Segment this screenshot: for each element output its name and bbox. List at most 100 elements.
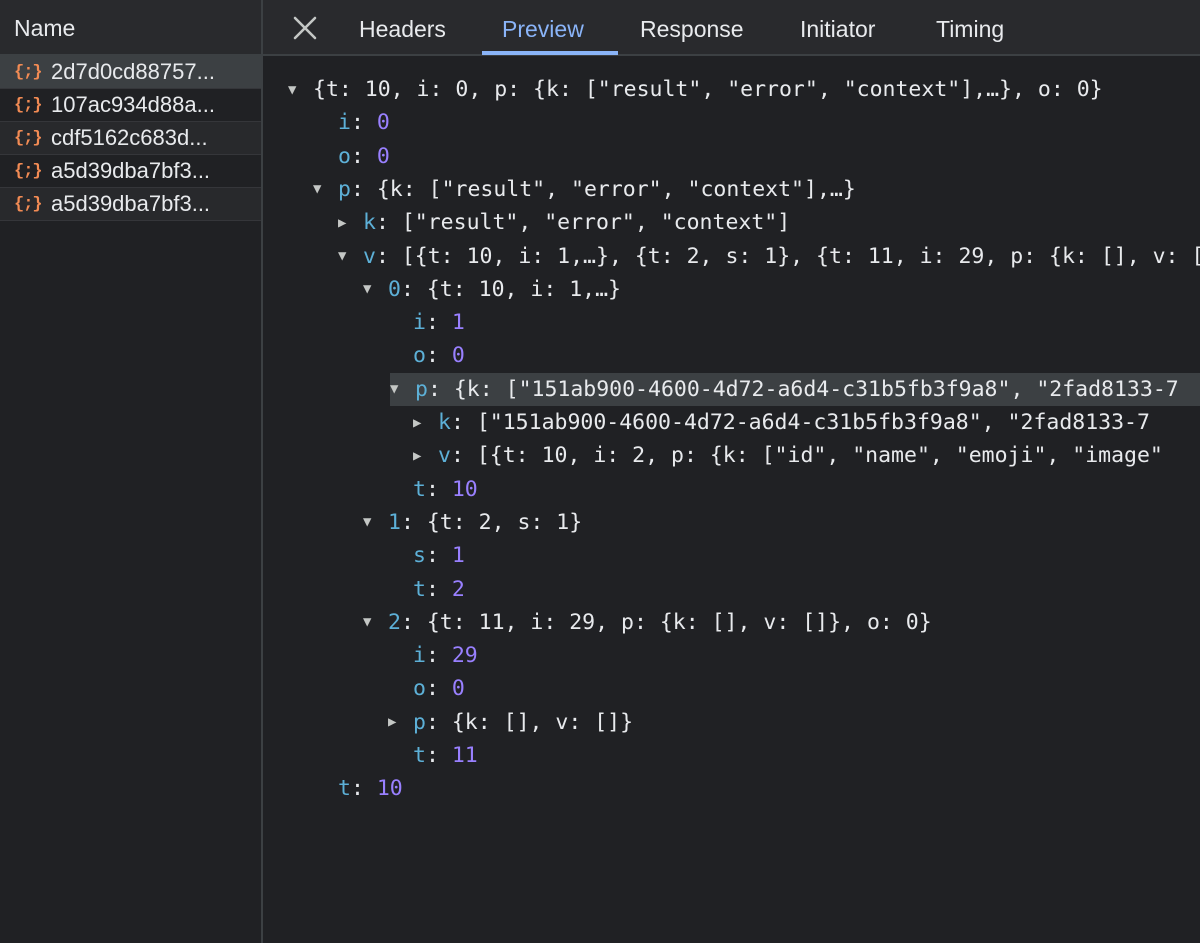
name-column-header[interactable]: Name — [0, 0, 261, 56]
property-value: ["result", "error", "context"] — [401, 210, 791, 236]
request-list: {;} 2d7d0cd88757... {;} 107ac934d88a... {;} c… — [0, 56, 261, 221]
property-key: v — [438, 443, 451, 469]
property-value: {k: [], v: []} — [451, 709, 634, 735]
tab-response[interactable]: Response — [640, 0, 744, 56]
close-icon[interactable] — [291, 14, 319, 42]
property-key: 0 — [388, 276, 401, 302]
property-key: 2 — [388, 609, 401, 635]
property-value: 0 — [376, 110, 390, 136]
json-file-icon: {;} — [14, 95, 43, 115]
tree-node: t: 11 — [413, 743, 478, 768]
property-value: 0 — [451, 343, 465, 369]
property-value: 10 — [376, 776, 403, 802]
tree-node[interactable]: ▶ p: {k: [], v: []} — [388, 706, 1200, 739]
property-value: {k: ["result", "error", "context"],…} — [376, 176, 856, 202]
request-name: 107ac934d88a... — [51, 92, 215, 117]
detail-tabbar: Headers Preview Response Initiator Timin… — [263, 0, 1200, 56]
expanded-arrow-icon[interactable]: ▼ — [288, 74, 313, 107]
tree-node: t: 2 — [413, 576, 465, 602]
json-file-icon: {;} — [14, 128, 43, 148]
tab-preview[interactable]: Preview — [502, 0, 584, 56]
collapsed-arrow-icon[interactable]: ▶ — [413, 440, 438, 473]
tree-node: i: 0 — [338, 110, 390, 136]
property-key: i — [338, 110, 351, 136]
tree-node: i: 1 — [413, 310, 465, 336]
tree-node: o: 0 — [413, 343, 465, 369]
request-row[interactable]: {;} cdf5162c683d... — [0, 122, 261, 155]
expanded-arrow-icon[interactable]: ▼ — [313, 173, 338, 206]
property-value: 1 — [451, 310, 465, 336]
property-value: 10 — [451, 476, 478, 502]
request-name: 2d7d0cd88757... — [51, 59, 215, 84]
property-key: o — [338, 143, 351, 169]
json-file-icon: {;} — [14, 62, 43, 82]
tree-node[interactable]: ▼ v: [{t: 10, i: 1,…}, {t: 2, s: 1}, {t: … — [338, 240, 1200, 273]
property-key: t — [413, 576, 426, 602]
collapsed-arrow-icon[interactable]: ▶ — [388, 706, 413, 739]
property-value: {t: 10, i: 0, p: {k: ["result", "error",… — [313, 77, 1103, 102]
tab-headers[interactable]: Headers — [359, 0, 446, 56]
property-key: i — [413, 310, 426, 336]
expanded-arrow-icon[interactable]: ▼ — [363, 273, 388, 306]
tree-node[interactable]: ▼ p: {k: ["151ab900-4600-4d72-a6d4-c31b5f… — [390, 372, 1200, 406]
request-list-panel: Name {;} 2d7d0cd88757... {;} 107ac934d88a..… — [0, 0, 263, 943]
tree-node[interactable]: ▼ {t: 10, i: 0, p: {k: ["result", "error"… — [288, 73, 1200, 106]
request-row[interactable]: {;} 107ac934d88a... — [0, 89, 261, 122]
property-key: 1 — [388, 509, 401, 535]
expanded-arrow-icon[interactable]: ▼ — [338, 240, 363, 273]
property-value: 29 — [451, 643, 478, 669]
expanded-arrow-icon[interactable]: ▼ — [363, 506, 388, 539]
property-value: [{t: 10, i: 1,…}, {t: 2, s: 1}, {t: 11, … — [401, 243, 1200, 269]
property-key: k — [363, 210, 376, 236]
property-value: {t: 10, i: 1,…} — [426, 276, 622, 302]
json-preview-pane: ▼ {t: 10, i: 0, p: {k: ["result", "error"… — [263, 56, 1200, 943]
property-key: o — [413, 676, 426, 702]
property-value: [{t: 10, i: 2, p: {k: ["id", "name", "em… — [476, 443, 1163, 469]
tree-node: t: 10 — [338, 776, 403, 802]
tab-initiator[interactable]: Initiator — [800, 0, 875, 56]
tree-node[interactable]: ▼ 0: {t: 10, i: 1,…} — [363, 273, 1200, 306]
expanded-arrow-icon[interactable]: ▼ — [363, 606, 388, 639]
tree-node[interactable]: ▼ 1: {t: 2, s: 1} — [363, 506, 1200, 539]
property-value: 0 — [376, 143, 390, 169]
tree-node[interactable]: ▶ k: ["151ab900-4600-4d72-a6d4-c31b5fb3f9… — [413, 406, 1200, 439]
property-key: k — [438, 410, 451, 435]
property-value: {t: 2, s: 1} — [426, 509, 583, 535]
tree-node: o: 0 — [413, 676, 465, 702]
property-value: 1 — [451, 543, 465, 569]
tree-node: s: 1 — [413, 543, 465, 569]
property-key: i — [413, 643, 426, 669]
tab-timing[interactable]: Timing — [936, 0, 1004, 56]
active-tab-indicator — [482, 51, 618, 55]
tree-node: i: 29 — [413, 643, 478, 669]
tree-node[interactable]: ▼ p: {k: ["result", "error", "context"],…… — [313, 173, 1200, 206]
tree-node[interactable]: ▶ k: ["result", "error", "context"] — [338, 206, 1200, 239]
json-file-icon: {;} — [14, 161, 43, 181]
request-name: a5d39dba7bf3... — [51, 191, 211, 216]
tree-node[interactable]: ▶ v: [{t: 10, i: 2, p: {k: ["id", "name",… — [413, 439, 1200, 472]
property-key: p — [415, 376, 428, 402]
tree-node[interactable]: ▼ 2: {t: 11, i: 29, p: {k: [], v: []}, o:… — [363, 606, 1200, 639]
expanded-arrow-icon[interactable]: ▼ — [390, 373, 415, 406]
request-row[interactable]: {;} a5d39dba7bf3... — [0, 188, 261, 221]
request-name: a5d39dba7bf3... — [51, 158, 211, 183]
property-key: t — [413, 743, 426, 768]
collapsed-arrow-icon[interactable]: ▶ — [338, 207, 363, 240]
property-key: s — [413, 543, 426, 569]
property-key: t — [413, 476, 426, 502]
property-value: 11 — [451, 743, 478, 768]
request-row[interactable]: {;} 2d7d0cd88757... — [0, 56, 261, 89]
json-file-icon: {;} — [14, 194, 43, 214]
request-row[interactable]: {;} a5d39dba7bf3... — [0, 155, 261, 188]
property-value: {t: 11, i: 29, p: {k: [], v: []}, o: 0} — [426, 609, 932, 635]
property-key: v — [363, 243, 376, 269]
property-key: o — [413, 343, 426, 369]
property-value: 2 — [451, 576, 465, 602]
property-value: ["151ab900-4600-4d72-a6d4-c31b5fb3f9a8",… — [476, 410, 1150, 435]
collapsed-arrow-icon[interactable]: ▶ — [413, 407, 438, 440]
property-value: {k: ["151ab900-4600-4d72-a6d4-c31b5fb3f9… — [453, 376, 1179, 402]
tree-node: o: 0 — [338, 143, 390, 169]
property-key: p — [338, 176, 351, 202]
request-name: cdf5162c683d... — [51, 125, 208, 150]
tree-node: t: 10 — [413, 476, 478, 502]
